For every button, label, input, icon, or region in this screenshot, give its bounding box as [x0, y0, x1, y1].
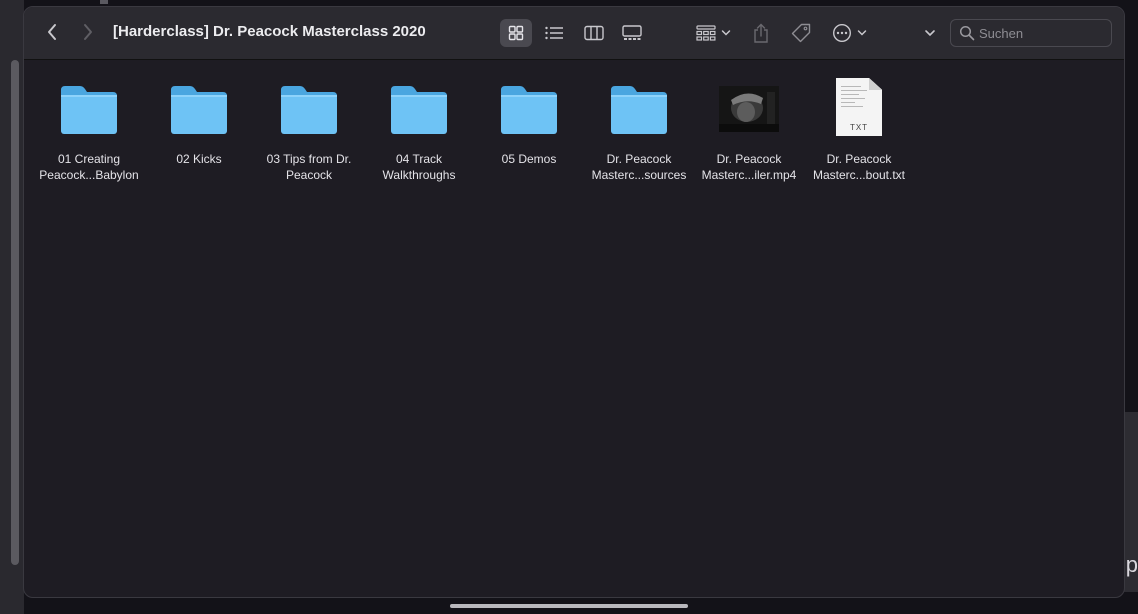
search-field[interactable] [950, 19, 1112, 47]
file-item-text[interactable]: TXT Dr. Peacock Masterc...bout.txt [804, 72, 914, 183]
more-actions-button[interactable] [829, 19, 869, 47]
folder-icon [61, 86, 117, 134]
list-view-icon [545, 26, 563, 40]
list-view-button[interactable] [538, 19, 570, 47]
file-name: 02 Kicks [176, 152, 222, 166]
chevron-down-icon [857, 30, 866, 36]
file-item-folder[interactable]: 05 Demos [474, 72, 584, 167]
finder-window: [Harderclass] Dr. Peacock Masterclass 20… [23, 6, 1125, 598]
chevron-left-icon [48, 24, 56, 40]
folder-icon [391, 86, 447, 134]
background-mark [100, 0, 108, 4]
chevron-down-icon [721, 30, 730, 36]
toolbar-overflow-button[interactable] [920, 19, 940, 47]
forward-button[interactable] [76, 19, 100, 45]
back-button[interactable] [40, 19, 64, 45]
file-grid: 01 Creating Peacock...Babylon 02 Kicks 03… [24, 60, 1124, 597]
file-type-badge: TXT [849, 123, 869, 132]
file-item-folder[interactable]: Dr. Peacock Masterc...sources [584, 72, 694, 183]
file-name: Dr. Peacock Masterc...sources [591, 152, 687, 182]
chevron-right-icon [84, 24, 92, 40]
file-item-folder[interactable]: 02 Kicks [144, 72, 254, 167]
ellipsis-circle-icon [832, 23, 851, 43]
gallery-view-button[interactable] [616, 19, 648, 47]
chevron-down-icon [925, 30, 935, 37]
icon-view-button[interactable] [500, 19, 532, 47]
file-name: 03 Tips from Dr. Peacock [266, 152, 352, 182]
search-input[interactable] [979, 25, 1099, 41]
file-item-folder[interactable]: 04 Track Walkthroughs [364, 72, 474, 183]
folder-icon [501, 86, 557, 134]
tag-button[interactable] [788, 19, 814, 47]
column-view-icon [584, 25, 604, 41]
group-by-button[interactable] [692, 19, 734, 47]
group-by-icon [695, 25, 716, 41]
share-button[interactable] [749, 19, 773, 47]
file-name: 05 Demos [501, 152, 557, 166]
tag-icon [791, 23, 811, 43]
window-title: [Harderclass] Dr. Peacock Masterclass 20… [113, 23, 426, 40]
gallery-view-icon [622, 25, 642, 40]
file-name: 01 Creating Peacock...Babylon [39, 152, 139, 182]
text-document-icon: TXT [836, 78, 882, 136]
file-item-video[interactable]: Dr. Peacock Masterc...iler.mp4 [694, 72, 804, 183]
video-thumbnail-icon [719, 86, 779, 132]
column-view-button[interactable] [578, 19, 610, 47]
file-item-folder[interactable]: 03 Tips from Dr. Peacock [254, 72, 364, 183]
toolbar: [Harderclass] Dr. Peacock Masterclass 20… [24, 7, 1124, 60]
grid-view-icon [508, 25, 524, 41]
folder-icon [281, 86, 337, 134]
search-icon [959, 25, 975, 41]
file-name: Dr. Peacock Masterc...iler.mp4 [701, 152, 797, 182]
file-name: Dr. Peacock Masterc...bout.txt [812, 152, 906, 182]
folder-icon [611, 86, 667, 134]
folder-icon [171, 86, 227, 134]
file-item-folder[interactable]: 01 Creating Peacock...Babylon [34, 72, 144, 183]
file-name: 04 Track Walkthroughs [382, 152, 456, 182]
share-icon [754, 23, 768, 43]
background-scrollbar[interactable] [11, 60, 19, 565]
home-indicator[interactable] [450, 604, 688, 608]
